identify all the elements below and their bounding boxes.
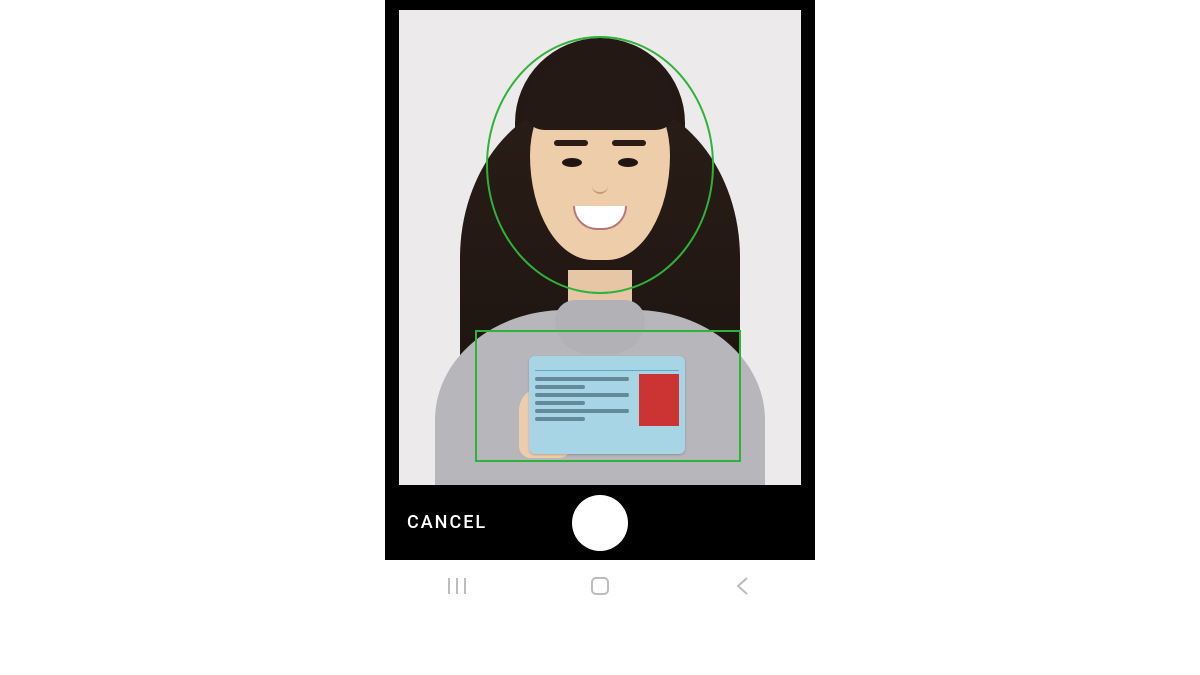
camera-controls: CANCEL	[399, 485, 801, 560]
home-button[interactable]	[568, 566, 632, 606]
phone-frame: CANCEL	[385, 0, 815, 675]
camera-capture-screen: CANCEL	[385, 0, 815, 560]
back-icon	[734, 576, 752, 596]
cancel-button[interactable]: CANCEL	[407, 512, 487, 533]
face-detection-overlay	[486, 36, 714, 294]
card-detection-overlay	[475, 330, 741, 462]
recent-apps-icon	[446, 576, 468, 596]
back-button[interactable]	[711, 566, 775, 606]
android-nav-bar	[385, 560, 815, 612]
home-icon	[589, 575, 611, 597]
shutter-button[interactable]	[572, 495, 628, 551]
camera-viewfinder	[399, 10, 801, 485]
recent-apps-button[interactable]	[425, 566, 489, 606]
